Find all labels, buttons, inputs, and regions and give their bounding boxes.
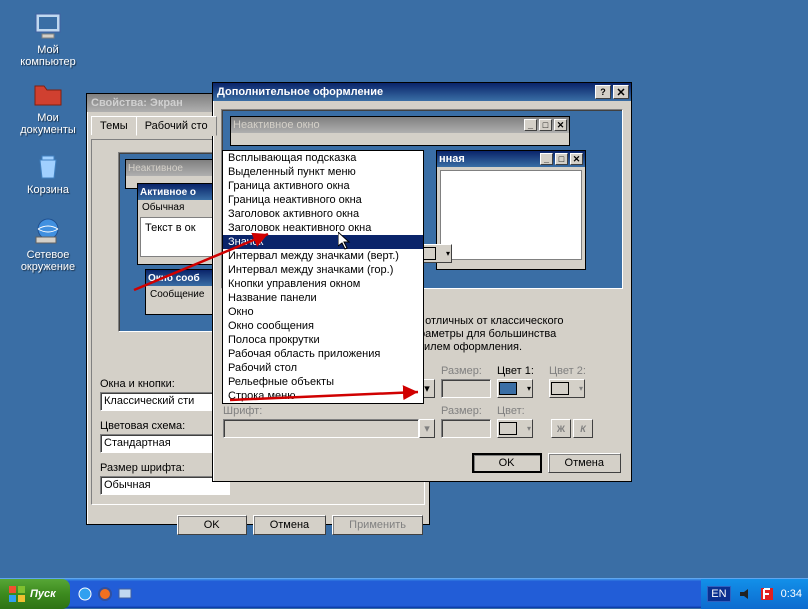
recycle-icon <box>32 150 64 182</box>
dropdown-item[interactable]: Строка меню <box>223 389 423 403</box>
window-title: Свойства: Экран <box>91 97 183 109</box>
field-size <box>441 379 491 398</box>
dropdown-item[interactable]: Заголовок активного окна <box>223 207 423 221</box>
dropdown-item[interactable]: Название панели <box>223 291 423 305</box>
label-color: Цвет: <box>497 405 543 417</box>
ok-button[interactable]: OK <box>472 453 542 473</box>
dropdown-item[interactable]: Выделенный пункт меню <box>223 165 423 179</box>
language-indicator[interactable]: EN <box>707 586 730 602</box>
dropdown-element-list[interactable]: Всплывающая подсказкаВыделенный пункт ме… <box>222 150 424 404</box>
dropdown-item[interactable]: Граница неактивного окна <box>223 193 423 207</box>
desktop-icon-label: Мойкомпьютер <box>20 44 75 68</box>
windows-logo-icon <box>8 585 26 603</box>
combo-font: ▾ <box>223 419 435 438</box>
dropdown-item[interactable]: Интервал между значками (верт.) <box>223 249 423 263</box>
start-label: Пуск <box>30 588 56 600</box>
dropdown-item[interactable]: Граница активного окна <box>223 179 423 193</box>
dropdown-item[interactable]: Всплывающая подсказка <box>223 151 423 165</box>
min-icon: _ <box>540 153 553 165</box>
preview-inactive-title: Неактивное окно <box>233 119 320 131</box>
cursor-icon <box>338 232 354 252</box>
dropdown-item[interactable]: Рельефные объекты <box>223 375 423 389</box>
system-tray: EN 0:34 <box>701 579 808 609</box>
computer-icon <box>32 10 64 42</box>
label-windows-buttons: Окна и кнопки: <box>100 378 230 390</box>
ql-ie-icon[interactable] <box>76 583 94 605</box>
field-font-size <box>441 419 491 438</box>
color2-swatch: ▾ <box>549 379 585 398</box>
min-icon: _ <box>524 119 537 131</box>
dropdown-item[interactable]: Кнопки управления окном <box>223 277 423 291</box>
label-size: Размер: <box>441 365 491 377</box>
titlebar-advanced[interactable]: Дополнительное оформление ? <box>213 83 631 101</box>
folder-icon <box>32 78 64 110</box>
quick-launch <box>76 583 134 605</box>
italic-button: К <box>573 419 593 438</box>
dropdown-item[interactable]: Рабочий стол <box>223 361 423 375</box>
bold-button: Ж <box>551 419 571 438</box>
dropdown-item[interactable]: Интервал между значками (гор.) <box>223 263 423 277</box>
desktop-icon-my-documents[interactable]: Моидокументы <box>18 78 78 136</box>
desktop-icon-label: Сетевоеокружение <box>21 249 75 273</box>
chevron-down-icon: ▾ <box>419 419 435 438</box>
label-font: Шрифт: <box>223 405 435 417</box>
label-color1: Цвет 1: <box>497 365 543 377</box>
max-icon: □ <box>555 153 568 165</box>
dropdown-item[interactable]: Окно сообщения <box>223 319 423 333</box>
close-icon: ✕ <box>570 153 583 165</box>
label-color2: Цвет 2: <box>549 365 595 377</box>
label-font-size: Размер шрифта: <box>100 462 230 474</box>
info-text: , отличных от классического раметры для … <box>419 315 619 354</box>
max-icon: □ <box>539 119 552 131</box>
close-button[interactable] <box>613 85 629 99</box>
tab-desktop[interactable]: Рабочий сто <box>136 116 217 136</box>
label-color-scheme: Цветовая схема: <box>100 420 230 432</box>
dropdown-item[interactable]: Заголовок неактивного окна <box>223 221 423 235</box>
ql-desktop-icon[interactable] <box>116 583 134 605</box>
combo-windows-buttons[interactable]: Классический сти <box>100 392 230 411</box>
tray-antivirus-icon[interactable] <box>759 586 775 602</box>
dropdown-item[interactable]: Окно <box>223 305 423 319</box>
dropdown-item[interactable]: Значок <box>223 235 423 249</box>
desktop-icon-recycle-bin[interactable]: Корзина <box>18 150 78 196</box>
cancel-button[interactable]: Отмена <box>253 515 326 535</box>
desktop-icon-label: Моидокументы <box>20 112 76 136</box>
taskbar: Пуск EN 0:34 <box>0 578 808 608</box>
label-size2: Размер: <box>441 405 491 417</box>
cancel-button[interactable]: Отмена <box>548 453 621 473</box>
combo-color-scheme[interactable]: Стандартная <box>100 434 230 453</box>
window-title: Дополнительное оформление <box>217 86 383 98</box>
clock[interactable]: 0:34 <box>781 588 802 600</box>
combo-font-size[interactable]: Обычная <box>100 476 230 495</box>
desktop-icon-my-computer[interactable]: Мойкомпьютер <box>18 10 78 68</box>
tab-themes[interactable]: Темы <box>91 116 137 135</box>
apply-button[interactable]: Применить <box>332 515 423 535</box>
start-button[interactable]: Пуск <box>0 579 70 609</box>
desktop-icon-label: Корзина <box>27 184 69 196</box>
ql-firefox-icon[interactable] <box>96 583 114 605</box>
tray-volume-icon[interactable] <box>737 586 753 602</box>
help-button[interactable]: ? <box>595 85 611 99</box>
font-color-swatch: ▾ <box>497 419 533 438</box>
dropdown-item[interactable]: Полоса прокрутки <box>223 333 423 347</box>
desktop-icon-network[interactable]: Сетевоеокружение <box>18 215 78 273</box>
color1-swatch[interactable]: ▾ <box>497 379 533 398</box>
ok-button[interactable]: OK <box>177 515 247 535</box>
network-icon <box>32 215 64 247</box>
color1-value <box>499 382 517 395</box>
close-icon: ✕ <box>554 119 567 131</box>
dropdown-item[interactable]: Рабочая область приложения <box>223 347 423 361</box>
preview-suffix: нная <box>439 153 465 165</box>
